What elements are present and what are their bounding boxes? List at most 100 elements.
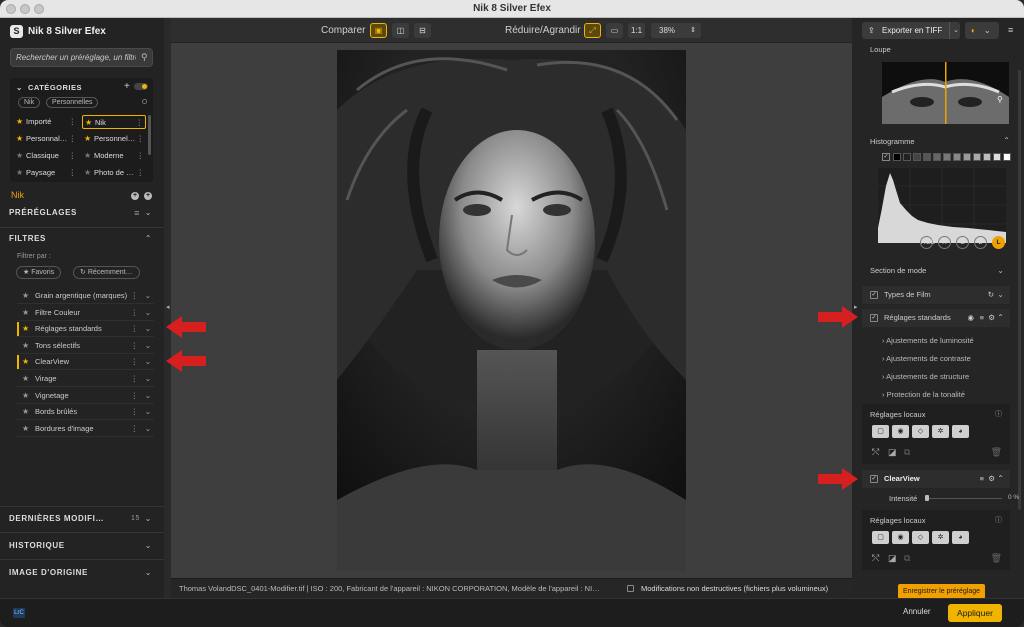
more-icon[interactable]: ⋮ — [137, 166, 145, 180]
filter-virage[interactable]: ★ Virage ⋮ ⌄ — [17, 371, 154, 387]
filter-couleur[interactable]: ★ Filtre Couleur ⋮ ⌄ — [17, 305, 154, 321]
tone-swatch[interactable] — [1003, 153, 1011, 161]
chevron-down-icon[interactable]: ⌄ — [997, 286, 1004, 304]
channel-r-button[interactable]: R — [938, 236, 951, 249]
list-view-icon[interactable]: ≡ — [134, 205, 140, 221]
film-types-row[interactable]: ✓ Types de Film ↻ ⌄ — [862, 286, 1010, 304]
favorites-filter-pill[interactable]: ★ Favoris — [16, 266, 62, 279]
filter-grain[interactable]: ★ Grain argentique (marques) ⋮ ⌄ — [17, 288, 154, 304]
tone-swatch[interactable] — [943, 153, 951, 161]
duplicate-icon[interactable]: ⧉ — [904, 447, 910, 458]
trash-icon[interactable]: 🗑 — [991, 447, 1002, 458]
star-icon[interactable]: ★ — [22, 371, 29, 387]
clearview-row[interactable]: ✓ ClearView ≡ ⚙ ⌃ — [862, 470, 1010, 488]
sub-structure[interactable]: › Ajustements de structure — [882, 372, 969, 381]
presets-section-header[interactable]: PRÉRÉGLAGES ≡ ⌄ — [0, 205, 164, 221]
more-icon[interactable]: ⋮ — [131, 288, 139, 304]
compare-split-icon[interactable]: ◫ — [392, 23, 409, 38]
more-icon[interactable]: ⋮ — [131, 421, 139, 437]
category-moderne[interactable]: ★ Moderne ⋮ — [82, 149, 146, 163]
chevron-up-icon[interactable]: ⌃ — [1003, 136, 1010, 145]
tone-swatch[interactable] — [963, 153, 971, 161]
actual-size-button[interactable]: 1:1 — [628, 23, 645, 38]
history-header[interactable]: HISTORIQUE ⌄ — [0, 538, 164, 554]
star-icon[interactable]: ★ — [22, 338, 29, 354]
list-icon[interactable]: ≡ — [980, 470, 984, 488]
more-icon[interactable]: ⋮ — [131, 305, 139, 321]
chip-personnelles[interactable]: Personnelles — [46, 97, 99, 108]
color-mode-button[interactable]: ◐ ⌄ — [965, 22, 999, 39]
category-personnel[interactable]: ★ Personnel… ⋮ — [82, 132, 146, 146]
standard-settings-row[interactable]: ✓ Réglages standards ◉ ≡ ⚙ ⌃ — [862, 309, 1010, 327]
tone-swatch[interactable] — [893, 153, 901, 161]
mask-square-icon[interactable]: ◪ — [888, 553, 897, 564]
category-importe[interactable]: ★ Importé ⋮ — [14, 115, 78, 129]
chevron-down-icon[interactable]: ⌄ — [145, 354, 151, 370]
histogram-title[interactable]: Histogramme — [870, 137, 915, 146]
chevron-down-icon[interactable]: ⌄ — [145, 321, 151, 337]
more-icon[interactable]: ⋮ — [137, 149, 145, 163]
radial-icon[interactable]: ◉ — [892, 425, 909, 438]
channel-b-button[interactable]: B — [974, 236, 987, 249]
tone-swatch[interactable] — [983, 153, 991, 161]
standard-settings-checkbox[interactable]: ✓ — [870, 314, 878, 322]
gear-icon[interactable]: ⚙ — [988, 470, 995, 488]
reset-icon[interactable]: ↻ — [988, 286, 994, 304]
tone-swatch[interactable] — [973, 153, 981, 161]
filter-clearview[interactable]: ★ ClearView ⋮ ⌄ — [17, 354, 154, 370]
more-icon[interactable]: ⋮ — [69, 115, 77, 129]
film-types-checkbox[interactable]: ✓ — [870, 291, 878, 299]
radial-icon[interactable]: ◉ — [892, 531, 909, 544]
recent-edits-header[interactable]: DERNIÈRES MODIFI… 15 ⌄ — [0, 511, 164, 527]
more-icon[interactable]: ⋮ — [136, 116, 144, 128]
more-icon[interactable]: ⋮ — [131, 338, 139, 354]
filters-section-header[interactable]: FILTRES ⌃ — [0, 231, 164, 247]
cancel-button[interactable]: Annuler — [903, 607, 931, 616]
chevron-down-icon[interactable]: ⌄ — [145, 421, 151, 437]
export-tiff-button[interactable]: ⇪ Exporter en TIFF — [862, 22, 960, 39]
star-icon[interactable]: ★ — [22, 321, 29, 337]
chip-nik[interactable]: Nik — [18, 97, 41, 108]
fit-screen-icon[interactable]: ⤢ — [584, 23, 601, 38]
gear-icon[interactable]: ⚙ — [988, 309, 995, 327]
more-icon[interactable]: ⋮ — [131, 388, 139, 404]
tone-swatch[interactable] — [923, 153, 931, 161]
more-icon[interactable]: ⋮ — [131, 404, 139, 420]
chevron-up-icon[interactable]: ⌃ — [145, 231, 152, 247]
export-format-dropdown[interactable]: ⌄ — [949, 22, 962, 39]
brush-icon[interactable]: ✲ — [932, 531, 949, 544]
add-category-icon[interactable]: + — [124, 81, 130, 92]
categories-scrollbar[interactable] — [148, 115, 151, 155]
star-icon[interactable]: ★ — [22, 354, 29, 370]
nondestructive-checkbox[interactable] — [627, 579, 634, 598]
clearview-checkbox[interactable]: ✓ — [870, 475, 878, 483]
tone-swatches[interactable]: ✓ — [882, 153, 1011, 162]
tone-swatch[interactable] — [993, 153, 1001, 161]
search-icon[interactable]: ⚲ — [141, 52, 148, 63]
tone-swatch[interactable] — [953, 153, 961, 161]
list-icon[interactable]: ≡ — [980, 309, 984, 327]
mask-icon[interactable]: ◕ — [952, 425, 969, 438]
sub-tone-protection[interactable]: › Protection de la tonalité — [882, 390, 965, 399]
mask-icon[interactable]: ◕ — [952, 531, 969, 544]
original-image-header[interactable]: IMAGE D'ORIGINE ⌄ — [0, 565, 164, 581]
slider-thumb[interactable] — [925, 495, 929, 501]
chevron-down-icon[interactable]: ⌄ — [145, 338, 151, 354]
filter-bordures[interactable]: ★ Bordures d'image ⋮ ⌄ — [17, 421, 154, 437]
loupe-preview[interactable]: ⚲ — [882, 62, 1009, 124]
apply-button[interactable]: Appliquer — [948, 604, 1002, 622]
star-icon[interactable]: ★ — [22, 288, 29, 304]
more-icon[interactable]: ⋮ — [137, 132, 145, 146]
chevron-down-icon[interactable]: ⌄ — [145, 404, 151, 420]
recent-filter-pill[interactable]: ↻ Récemment… — [73, 266, 140, 279]
compare-side-icon[interactable]: ▣ — [370, 23, 387, 38]
chevron-down-icon[interactable]: ⌄ — [145, 565, 152, 581]
star-icon[interactable]: ★ — [22, 404, 29, 420]
chevron-down-icon[interactable]: ⌄ — [145, 511, 152, 527]
chevron-up-icon[interactable]: ⌃ — [997, 309, 1004, 327]
search-input[interactable] — [10, 48, 153, 67]
sub-contrast[interactable]: › Ajustements de contraste — [882, 354, 971, 363]
chevron-down-icon[interactable]: ⌄ — [145, 371, 151, 387]
control-point-icon[interactable]: ▢ — [872, 425, 889, 438]
filter-bords-brules[interactable]: ★ Bords brûlés ⋮ ⌄ — [17, 404, 154, 420]
